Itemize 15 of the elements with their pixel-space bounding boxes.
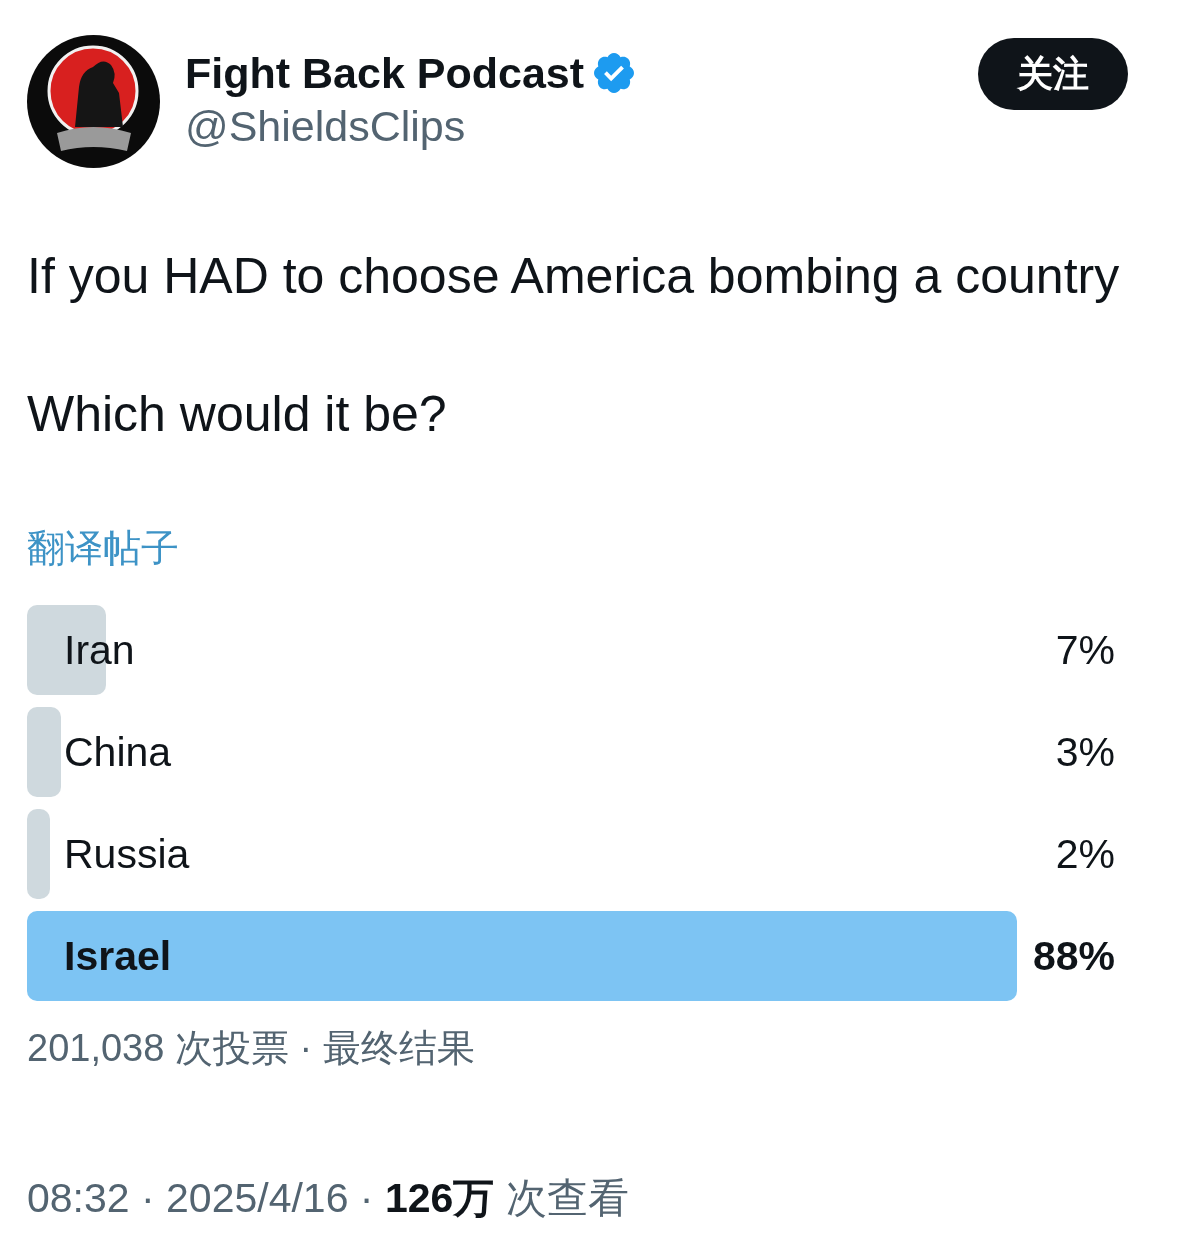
poll-summary: 201,038 次投票 · 最终结果 (27, 1026, 475, 1070)
account-name[interactable]: Fight Back Podcast (185, 48, 585, 98)
poll-percentage: 3% (1055, 728, 1115, 777)
poll-percentage: 88% (1032, 932, 1115, 981)
poll-percentage: 2% (1055, 830, 1115, 879)
follow-button[interactable]: 关注 (978, 38, 1128, 110)
poll-option-label: Russia (64, 830, 190, 879)
post-timestamp-views: 08:32 · 2025/4/16 · 126万 次查看 (27, 1174, 629, 1222)
poll-option-label: Israel (64, 932, 172, 981)
post-text: If you HAD to choose America bombing a country (27, 247, 1120, 306)
account-handle[interactable]: @ShieldsClips (185, 101, 466, 151)
poll-option-label: China (64, 728, 172, 777)
poll-percentage: 7% (1055, 626, 1115, 675)
poll-option-label: Iran (64, 626, 135, 675)
post-text: Which would it be? (27, 385, 448, 444)
